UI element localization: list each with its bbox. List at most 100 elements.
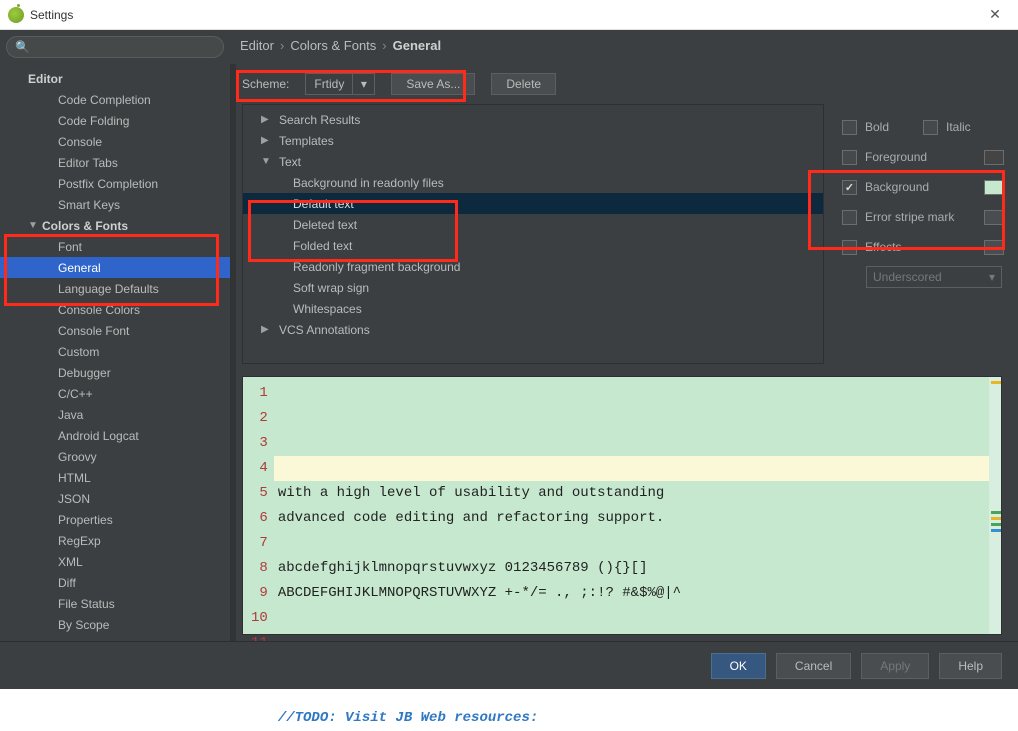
options-group[interactable]: ▶VCS Annotations	[243, 319, 823, 340]
scheme-value: Frtidy	[306, 77, 352, 91]
foreground-row[interactable]: Foreground	[842, 142, 1004, 172]
stripe-mark[interactable]	[991, 511, 1001, 514]
error-stripe-checkbox[interactable]	[842, 210, 857, 225]
save-as-button[interactable]: Save As...	[391, 73, 475, 95]
cancel-button[interactable]: Cancel	[776, 653, 851, 679]
settings-tree[interactable]: Editor Code CompletionCode FoldingConsol…	[0, 64, 230, 641]
tree-colors-fonts[interactable]: ▼ Colors & Fonts	[0, 215, 230, 236]
options-tree[interactable]: ▶Search Results▶Templates▼TextBackground…	[242, 104, 824, 364]
bold-checkbox[interactable]	[842, 120, 857, 135]
options-item[interactable]: Folded text	[243, 235, 823, 256]
tree-item[interactable]: HTML	[0, 467, 230, 488]
italic-label: Italic	[946, 120, 971, 134]
tree-item[interactable]: Java	[0, 404, 230, 425]
tree-item[interactable]: Android Logcat	[0, 425, 230, 446]
window-close-button[interactable]: ✕	[980, 6, 1010, 23]
tree-item[interactable]: Font	[0, 236, 230, 257]
tree-item[interactable]: By Scope	[0, 614, 230, 635]
options-item[interactable]: Whitespaces	[243, 298, 823, 319]
tree-item[interactable]: Smart Keys	[0, 194, 230, 215]
stripe-mark[interactable]	[991, 381, 1001, 384]
scheme-dropdown[interactable]: Frtidy ▾	[305, 73, 375, 95]
background-swatch[interactable]	[984, 180, 1004, 195]
tree-item[interactable]: Custom	[0, 341, 230, 362]
options-group[interactable]: ▶Templates	[243, 130, 823, 151]
tree-item[interactable]: Console	[0, 131, 230, 152]
ok-button[interactable]: OK	[711, 653, 766, 679]
options-item[interactable]: Deleted text	[243, 214, 823, 235]
crumb-general: General	[393, 38, 441, 53]
code-line	[278, 606, 1001, 631]
gutter: 1234567891011	[243, 377, 274, 634]
help-button[interactable]: Help	[939, 653, 1002, 679]
crumb-editor[interactable]: Editor	[240, 38, 274, 53]
stripe-mark[interactable]	[991, 523, 1001, 526]
search-input[interactable]	[34, 40, 215, 54]
options-group[interactable]: ▶Search Results	[243, 109, 823, 130]
attribute-panel: Bold Italic Foreground Background Error …	[834, 104, 1012, 364]
chevron-down-icon[interactable]: ▾	[352, 74, 374, 94]
delete-button[interactable]: Delete	[491, 73, 556, 95]
stripe-mark[interactable]	[991, 529, 1001, 532]
tree-item[interactable]: Console Colors	[0, 299, 230, 320]
tree-item[interactable]: C/C++	[0, 383, 230, 404]
tree-editor[interactable]: Editor	[0, 68, 230, 89]
right-panel: Scheme: Frtidy ▾ Save As... Delete ▶Sear…	[236, 64, 1018, 641]
effects-dropdown[interactable]: Underscored ▾	[866, 266, 1002, 288]
tree-item[interactable]: General	[0, 257, 230, 278]
effects-swatch[interactable]	[984, 240, 1004, 255]
effects-row[interactable]: Effects	[842, 232, 1004, 262]
tree-item[interactable]: Groovy	[0, 446, 230, 467]
options-item[interactable]: Soft wrap sign	[243, 277, 823, 298]
chevron-right-icon: ›	[382, 38, 386, 53]
tree-item[interactable]: Code Completion	[0, 89, 230, 110]
stripe-mark[interactable]	[991, 517, 1001, 520]
search-icon: 🔍	[15, 40, 30, 54]
foreground-swatch[interactable]	[984, 150, 1004, 165]
options-item[interactable]: Readonly fragment background	[243, 256, 823, 277]
chevron-down-icon: ▼	[28, 220, 40, 231]
app-icon	[8, 7, 24, 23]
tree-item[interactable]: Editor Tabs	[0, 152, 230, 173]
background-label: Background	[865, 180, 929, 194]
code-line: ABCDEFGHIJKLMNOPQRSTUVWXYZ +-*/= ., ;:!?…	[278, 581, 1001, 606]
crumb-colors-fonts[interactable]: Colors & Fonts	[290, 38, 376, 53]
options-item[interactable]: Background in readonly files	[243, 172, 823, 193]
tree-item[interactable]: Language Defaults	[0, 278, 230, 299]
tree-item[interactable]: JSON	[0, 488, 230, 509]
tree-item[interactable]: Code Folding	[0, 110, 230, 131]
tree-item[interactable]: Debugger	[0, 362, 230, 383]
preview-editor[interactable]: 1234567891011 Android Studio is a full-f…	[242, 376, 1002, 635]
scheme-label: Scheme:	[242, 77, 289, 91]
error-stripe-label: Error stripe mark	[865, 210, 954, 224]
options-item[interactable]: Default text	[243, 193, 823, 214]
search-box[interactable]: 🔍	[6, 36, 224, 58]
italic-row[interactable]: Italic	[923, 112, 1004, 142]
italic-checkbox[interactable]	[923, 120, 938, 135]
foreground-checkbox[interactable]	[842, 150, 857, 165]
code-line: with a high level of usability and outst…	[278, 481, 1001, 506]
options-group[interactable]: ▼Text	[243, 151, 823, 172]
apply-button[interactable]: Apply	[861, 653, 929, 679]
chevron-down-icon: ▾	[989, 270, 995, 284]
caret-line	[274, 456, 1001, 481]
effects-value: Underscored	[873, 270, 942, 284]
tree-item[interactable]: XML	[0, 551, 230, 572]
settings-body: 🔍 Editor › Colors & Fonts › General Edit…	[0, 30, 1018, 641]
scheme-row: Scheme: Frtidy ▾ Save As... Delete	[242, 70, 1012, 98]
preview-code[interactable]: Android Studio is a full-featured IDEwit…	[274, 377, 1001, 634]
tree-item[interactable]: Diff	[0, 572, 230, 593]
tree-item[interactable]: Console Font	[0, 320, 230, 341]
tree-item[interactable]: RegExp	[0, 530, 230, 551]
tree-item[interactable]: Properties	[0, 509, 230, 530]
background-checkbox[interactable]	[842, 180, 857, 195]
tree-item[interactable]: Postfix Completion	[0, 173, 230, 194]
background-row[interactable]: Background	[842, 172, 1004, 202]
error-stripe-swatch[interactable]	[984, 210, 1004, 225]
tree-item[interactable]: File Status	[0, 593, 230, 614]
error-stripe[interactable]	[989, 377, 1001, 634]
chevron-right-icon: ▶	[261, 114, 273, 125]
error-stripe-row[interactable]: Error stripe mark	[842, 202, 1004, 232]
bold-row[interactable]: Bold	[842, 112, 923, 142]
effects-checkbox[interactable]	[842, 240, 857, 255]
